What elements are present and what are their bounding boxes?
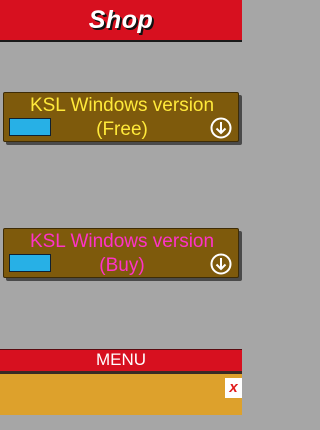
download-arrow-icon[interactable] bbox=[210, 117, 232, 139]
page-title: Shop bbox=[88, 6, 154, 34]
product-card-buy[interactable]: KSL Windows version (Buy) bbox=[3, 228, 239, 278]
header-bar: Shop bbox=[0, 0, 242, 42]
product-card-free[interactable]: KSL Windows version (Free) bbox=[3, 92, 239, 142]
bottom-spacer bbox=[0, 415, 242, 430]
menu-label: MENU bbox=[95, 350, 147, 369]
close-icon[interactable]: x bbox=[225, 378, 242, 398]
download-arrow-icon[interactable] bbox=[210, 253, 232, 275]
ad-banner[interactable]: x bbox=[0, 374, 242, 415]
product-thumbnail bbox=[9, 118, 51, 136]
product-title-line1: KSL Windows version bbox=[29, 95, 215, 116]
menu-button[interactable]: MENU bbox=[0, 349, 242, 371]
product-title-line1: KSL Windows version bbox=[29, 231, 215, 252]
shop-screen: Shop KSL Windows version (Free) KSL Wind… bbox=[0, 0, 242, 430]
product-thumbnail bbox=[9, 254, 51, 272]
